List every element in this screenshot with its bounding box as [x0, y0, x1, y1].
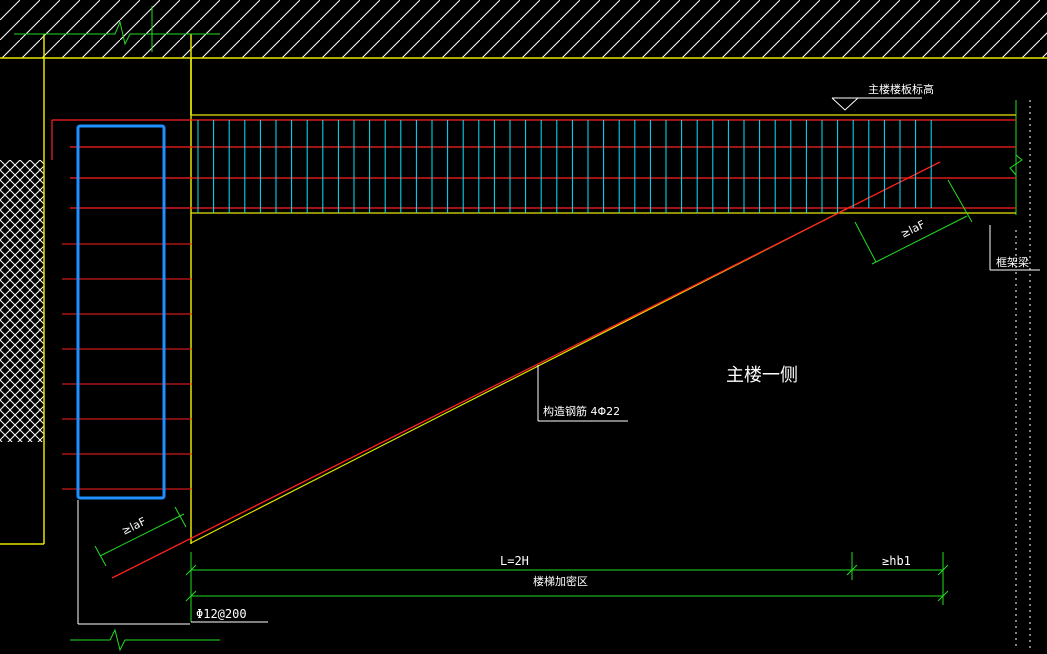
floor-level-symbol [831, 97, 922, 111]
stair-zone-label: 楼梯加密区 [533, 574, 588, 588]
construction-rebar-label: 构造钢筋 4Φ22 [543, 404, 620, 418]
column-tie [76, 124, 166, 500]
main-building-side-label: 主楼一侧 [726, 365, 798, 386]
beam-top-rebars [51, 119, 1016, 209]
right-edge-marks [1015, 100, 1031, 650]
floor-level-label: 主楼楼板标高 [868, 82, 934, 96]
min-hb1-label: ≥hb1 [882, 554, 911, 568]
beam-stirrups [197, 120, 932, 213]
span-length-label: L=2H [500, 554, 529, 568]
right-anchorage-label: ≥laF [899, 218, 927, 241]
diagonal-rebar [111, 161, 941, 579]
column-rebars [62, 243, 192, 490]
top-slab-hatch [0, 0, 1047, 59]
rebar-spec-label: Φ12@200 [196, 607, 247, 621]
frame-beam-label: 框架梁 [996, 255, 1029, 269]
left-wall-hatch [0, 160, 44, 442]
cad-drawing-canvas: 框架梁 主楼楼板标高 ≥laF 主楼一侧 构造钢筋 4Φ22 ≥laF L=2H… [0, 0, 1047, 654]
